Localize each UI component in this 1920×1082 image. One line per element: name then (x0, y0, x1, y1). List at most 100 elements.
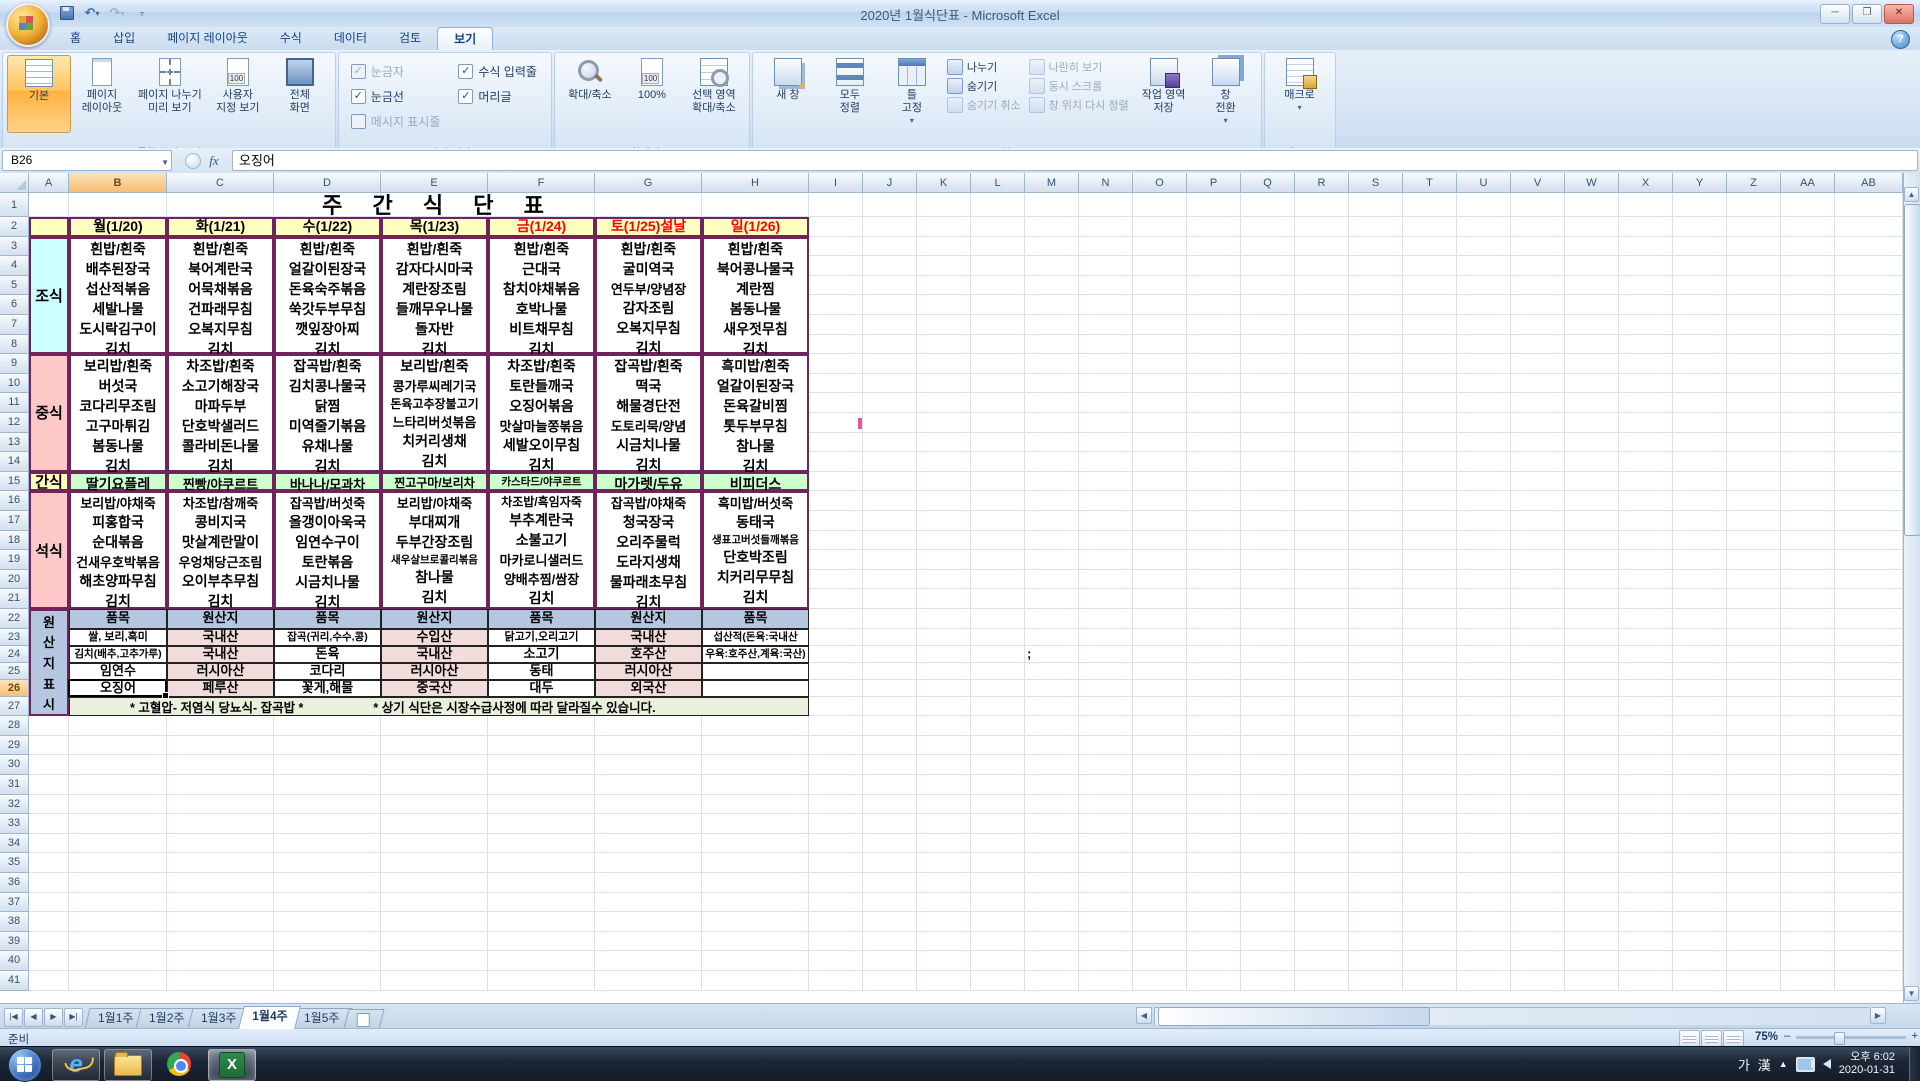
close-button[interactable]: ✕ (1884, 4, 1914, 24)
column-header-S[interactable]: S (1349, 173, 1403, 193)
row-header-11[interactable]: 11 (0, 393, 29, 413)
origin-cell-r25-c0[interactable]: 임연수 (69, 662, 167, 680)
column-header-L[interactable]: L (971, 173, 1025, 193)
meal-cell-간식-day1[interactable]: 딸기요플레 (69, 471, 167, 492)
column-header-Y[interactable]: Y (1673, 173, 1727, 193)
ribbon-tab-보기[interactable]: 보기 (437, 27, 494, 50)
column-header-N[interactable]: N (1079, 173, 1133, 193)
origin-header-5[interactable]: 원산지 (595, 609, 702, 629)
section-label-중식[interactable]: 중식 (29, 354, 69, 472)
origin-cell-r23-c5[interactable]: 국내산 (595, 628, 702, 646)
page-break-view-button[interactable] (1723, 1030, 1744, 1047)
hscroll-left-button[interactable]: ◀ (1136, 1007, 1152, 1024)
meal-cell-간식-day3[interactable]: 바나나/모과차 (274, 471, 381, 492)
tray-expand-icon[interactable]: ▲ (1779, 1059, 1788, 1069)
meal-cell-조식-day4[interactable]: 흰밥/흰죽 감자다시마국 계란장조림 들깨무우나물 돌자반 김치 (381, 236, 488, 357)
sheet-nav-button-0[interactable]: |◀ (4, 1008, 23, 1027)
origin-cell-r23-c4[interactable]: 닭고기,오리고기 (488, 628, 595, 646)
meal-cell-간식-day2[interactable]: 찐빵/야쿠르트 (167, 471, 274, 492)
ribbon-button-전체화면[interactable]: 전체 화면 (269, 55, 331, 131)
ribbon-button-모두정렬[interactable]: 모두 정렬 (819, 55, 881, 131)
origin-cell-r23-c3[interactable]: 수입산 (381, 628, 488, 646)
meal-cell-석식-day7[interactable]: 흑미밥/버섯죽 동태국 생표고버섯들깨볶음 단호박조림 치커리무무침 김치 (702, 491, 809, 609)
origin-cell-r24-c3[interactable]: 국내산 (381, 645, 488, 663)
maximize-button[interactable]: ❐ (1852, 4, 1882, 24)
origin-cell-r26-c2[interactable]: 꽃게,해물 (274, 679, 381, 697)
hscroll-thumb[interactable] (1158, 1007, 1430, 1026)
origin-cell-r24-c4[interactable]: 소고기 (488, 645, 595, 663)
row-header-32[interactable]: 32 (0, 794, 29, 815)
ribbon-button-새창[interactable]: 새 창 (757, 55, 819, 131)
row-header-10[interactable]: 10 (0, 373, 29, 394)
meal-cell-석식-day6[interactable]: 잡곡밥/야채죽 청국장국 오리주물럭 도라지생채 물파래초무침 김치 (595, 491, 702, 610)
column-header-X[interactable]: X (1619, 173, 1673, 193)
origin-cell-r25-c6[interactable] (702, 662, 809, 680)
row-header-3[interactable]: 3 (0, 236, 29, 257)
origin-cell-r26-c5[interactable]: 외국산 (595, 679, 702, 697)
origin-cell-r24-c2[interactable]: 돈육 (274, 645, 381, 663)
sheet-tab-1월4주[interactable]: 1월4주 (238, 1006, 302, 1029)
row-header-12[interactable]: 12 (0, 413, 29, 433)
scroll-up-button[interactable]: ▲ (1904, 187, 1919, 202)
selected-cell-B26[interactable] (68, 678, 169, 699)
column-header-J[interactable]: J (863, 173, 917, 193)
volume-tray-icon[interactable] (1810, 1059, 1831, 1069)
normal-view-button[interactable] (1679, 1030, 1700, 1047)
row-header-23[interactable]: 23 (0, 628, 29, 646)
row-header-20[interactable]: 20 (0, 569, 29, 590)
column-header-AB[interactable]: AB (1835, 173, 1903, 193)
checkbox-수식입력줄[interactable]: ✓ 수식 입력줄 (458, 63, 537, 80)
row-header-28[interactable]: 28 (0, 716, 29, 736)
meal-cell-조식-day7[interactable]: 흰밥/흰죽 북어콩나물국 계란찜 봄동나물 새우젓무침 김치 (702, 236, 809, 357)
meal-cell-석식-day3[interactable]: 잡곡밥/버섯죽 올갱이아욱국 임연수구이 토란볶음 시금치나물 김치 (274, 491, 381, 610)
row-header-5[interactable]: 5 (0, 275, 29, 296)
origin-header-1[interactable]: 원산지 (167, 609, 274, 629)
ribbon-tab-수식[interactable]: 수식 (264, 27, 318, 50)
ribbon-tab-페이지 레이아웃[interactable]: 페이지 레이아웃 (151, 27, 264, 50)
origin-cell-r26-c1[interactable]: 페루산 (167, 679, 274, 697)
column-header-W[interactable]: W (1565, 173, 1619, 193)
meal-cell-조식-day6[interactable]: 흰밥/흰죽 굴미역국 연두부/양념장 감자조림 오복지무침 김치 (595, 236, 702, 356)
vscroll-thumb[interactable] (1904, 204, 1920, 536)
column-header-K[interactable]: K (917, 173, 971, 193)
meal-cell-간식-day6[interactable]: 마가렛/두유 (595, 471, 702, 492)
row-header-18[interactable]: 18 (0, 530, 29, 551)
sheet-nav-button-3[interactable]: ▶| (64, 1008, 83, 1027)
zoom-out-icon[interactable]: – (1784, 1030, 1790, 1042)
meal-cell-조식-day2[interactable]: 흰밥/흰죽 북어계란국 어묵채볶음 건파래무침 오복지무침 김치 (167, 236, 274, 357)
meal-cell-석식-day2[interactable]: 차조밥/참깨죽 콩비지국 맛살계란말이 우엉채당근조림 오이부추무침 김치 (167, 491, 274, 609)
row-header-14[interactable]: 14 (0, 452, 29, 472)
origin-cell-r25-c3[interactable]: 러시아산 (381, 662, 488, 680)
row-header-37[interactable]: 37 (0, 892, 29, 913)
ribbon-button-기본[interactable]: 기본 (7, 55, 71, 133)
origin-cell-r25-c1[interactable]: 러시아산 (167, 662, 274, 680)
day-header-토(1/25)설날[interactable]: 토(1/25)설날 (595, 217, 702, 237)
row-header-7[interactable]: 7 (0, 315, 29, 335)
row-header-9[interactable]: 9 (0, 354, 29, 374)
day-header-일(1/26)[interactable]: 일(1/26) (702, 217, 809, 237)
origin-cell-r23-c1[interactable]: 국내산 (167, 628, 274, 646)
column-header-E[interactable]: E (381, 173, 488, 193)
origin-cell-r25-c5[interactable]: 러시아산 (595, 662, 702, 680)
sheet-nav-button-2[interactable]: ▶ (44, 1008, 63, 1027)
formula-input[interactable]: 오징어 (232, 150, 1918, 171)
origin-header-4[interactable]: 품목 (488, 609, 595, 629)
row-header-15[interactable]: 15 (0, 471, 29, 492)
ime-hanja-indicator[interactable]: 漢 (1758, 1055, 1771, 1074)
column-header-I[interactable]: I (809, 173, 863, 193)
meal-cell-간식-day4[interactable]: 찐고구마/보리차 (381, 471, 488, 492)
help-button[interactable]: ? (1891, 30, 1910, 49)
ribbon-button-선택영역확대/축소[interactable]: 선택 영역 확대/축소 (683, 55, 745, 131)
meal-cell-중식-day7[interactable]: 흑미밥/흰죽 얼갈이된장국 돈육갈비찜 톳두부무침 참나물 김치 (702, 354, 809, 474)
origin-header-3[interactable]: 원산지 (381, 609, 488, 629)
ribbon-tab-데이터[interactable]: 데이터 (318, 27, 383, 50)
sheet-nav-button-1[interactable]: ◀ (24, 1008, 43, 1027)
column-header-Z[interactable]: Z (1727, 173, 1781, 193)
origin-cell-r24-c1[interactable]: 국내산 (167, 645, 274, 663)
zoom-slider-thumb[interactable] (1834, 1032, 1845, 1045)
ribbon-button-100%[interactable]: 100% (621, 55, 683, 131)
column-header-A[interactable]: A (29, 173, 69, 193)
minimize-button[interactable]: ─ (1820, 4, 1850, 24)
origin-cell-r26-c4[interactable]: 대두 (488, 679, 595, 697)
meal-cell-조식-day3[interactable]: 흰밥/흰죽 얼갈이된장국 돈육숙주볶음 쑥갓두부무침 깻잎장아찌 김치 (274, 236, 381, 357)
